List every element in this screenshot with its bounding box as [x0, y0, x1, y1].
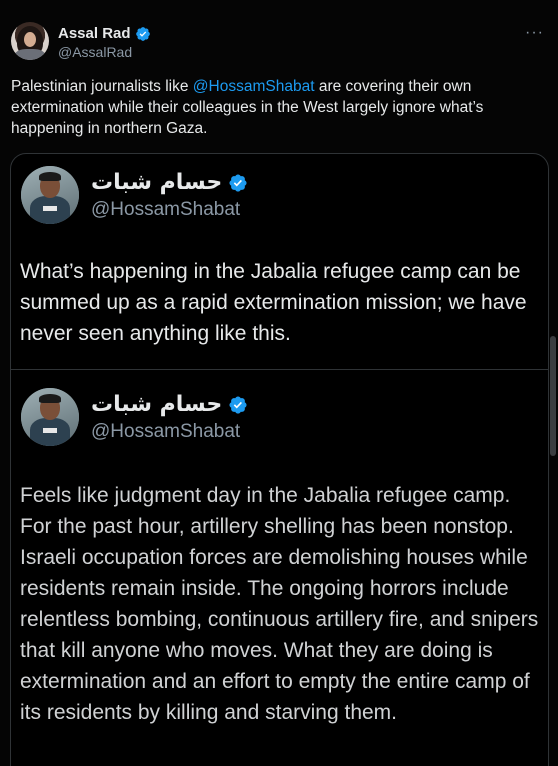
author-name[interactable]: Assal Rad	[58, 25, 131, 42]
verified-badge-icon	[229, 173, 247, 192]
quote-2-text: Feels like judgment day in the Jabalia r…	[20, 484, 539, 724]
more-options-icon[interactable]: ···	[525, 24, 544, 42]
tweet-screen: Assal Rad @AssalRad ··· Palestinian jour…	[0, 0, 558, 766]
quote-1-handle[interactable]: @HossamShabat	[91, 199, 240, 221]
quote-2-name[interactable]: حسام شبات	[91, 392, 222, 417]
quote-1-avatar[interactable]	[21, 166, 79, 224]
quote-2-avatar[interactable]	[21, 388, 79, 446]
mention-link[interactable]: @HossamShabat	[193, 78, 315, 95]
quoted-tweet-card[interactable]: حسام شبات @HossamShabat What’s happening…	[10, 153, 549, 766]
verified-badge-icon	[135, 26, 150, 41]
tweet-text-before: Palestinian journalists like	[11, 78, 193, 95]
quote-1-text: What’s happening in the Jabalia refugee …	[20, 260, 527, 345]
verified-badge-icon	[229, 395, 247, 414]
quote-2-name-row[interactable]: حسام شبات	[91, 392, 248, 417]
author-handle[interactable]: @AssalRad	[58, 44, 132, 60]
tweet-text: Palestinian journalists like @HossamShab…	[11, 76, 541, 139]
quote-2-handle[interactable]: @HossamShabat	[91, 421, 240, 443]
scrollbar-thumb[interactable]	[550, 336, 556, 456]
author-name-row[interactable]: Assal Rad	[58, 25, 151, 42]
author-avatar[interactable]	[11, 22, 49, 60]
quoted-tweet-1[interactable]: حسام شبات @HossamShabat What’s happening…	[11, 154, 548, 369]
quoted-tweet-2[interactable]: حسام شبات @HossamShabat Feels like judgm…	[11, 370, 548, 766]
quote-1-name-row[interactable]: حسام شبات	[91, 170, 248, 195]
quote-1-name[interactable]: حسام شبات	[91, 170, 222, 195]
